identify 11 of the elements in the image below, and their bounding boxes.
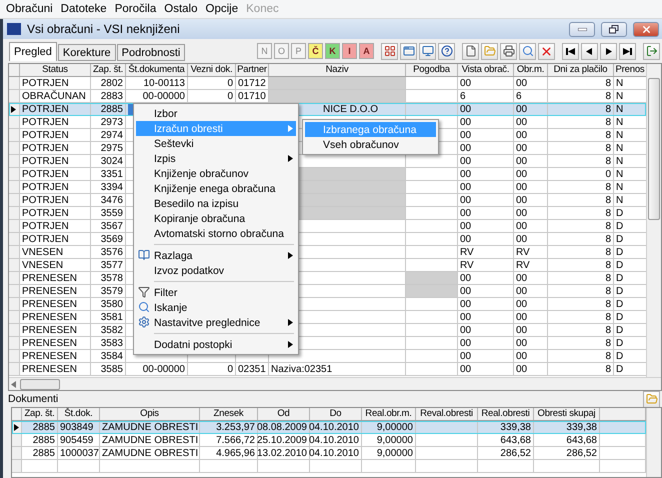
window-title: Vsi obračuni - VSI neknjiženi [27, 22, 181, 36]
table-cell: 00-00000 [126, 363, 188, 376]
table-cell: 00 [458, 363, 514, 376]
table-cell: Naziva:02351 [269, 363, 406, 376]
table-cell: 00 [514, 363, 548, 376]
table-cell: 3585 [91, 363, 126, 376]
table-cell: PRENESEN [20, 363, 91, 376]
table-cell: 0 [188, 363, 236, 376]
section-title: Dokumenti [8, 393, 58, 405]
table-cell: 8 [548, 363, 614, 376]
table-cell: 02351 [236, 363, 269, 376]
